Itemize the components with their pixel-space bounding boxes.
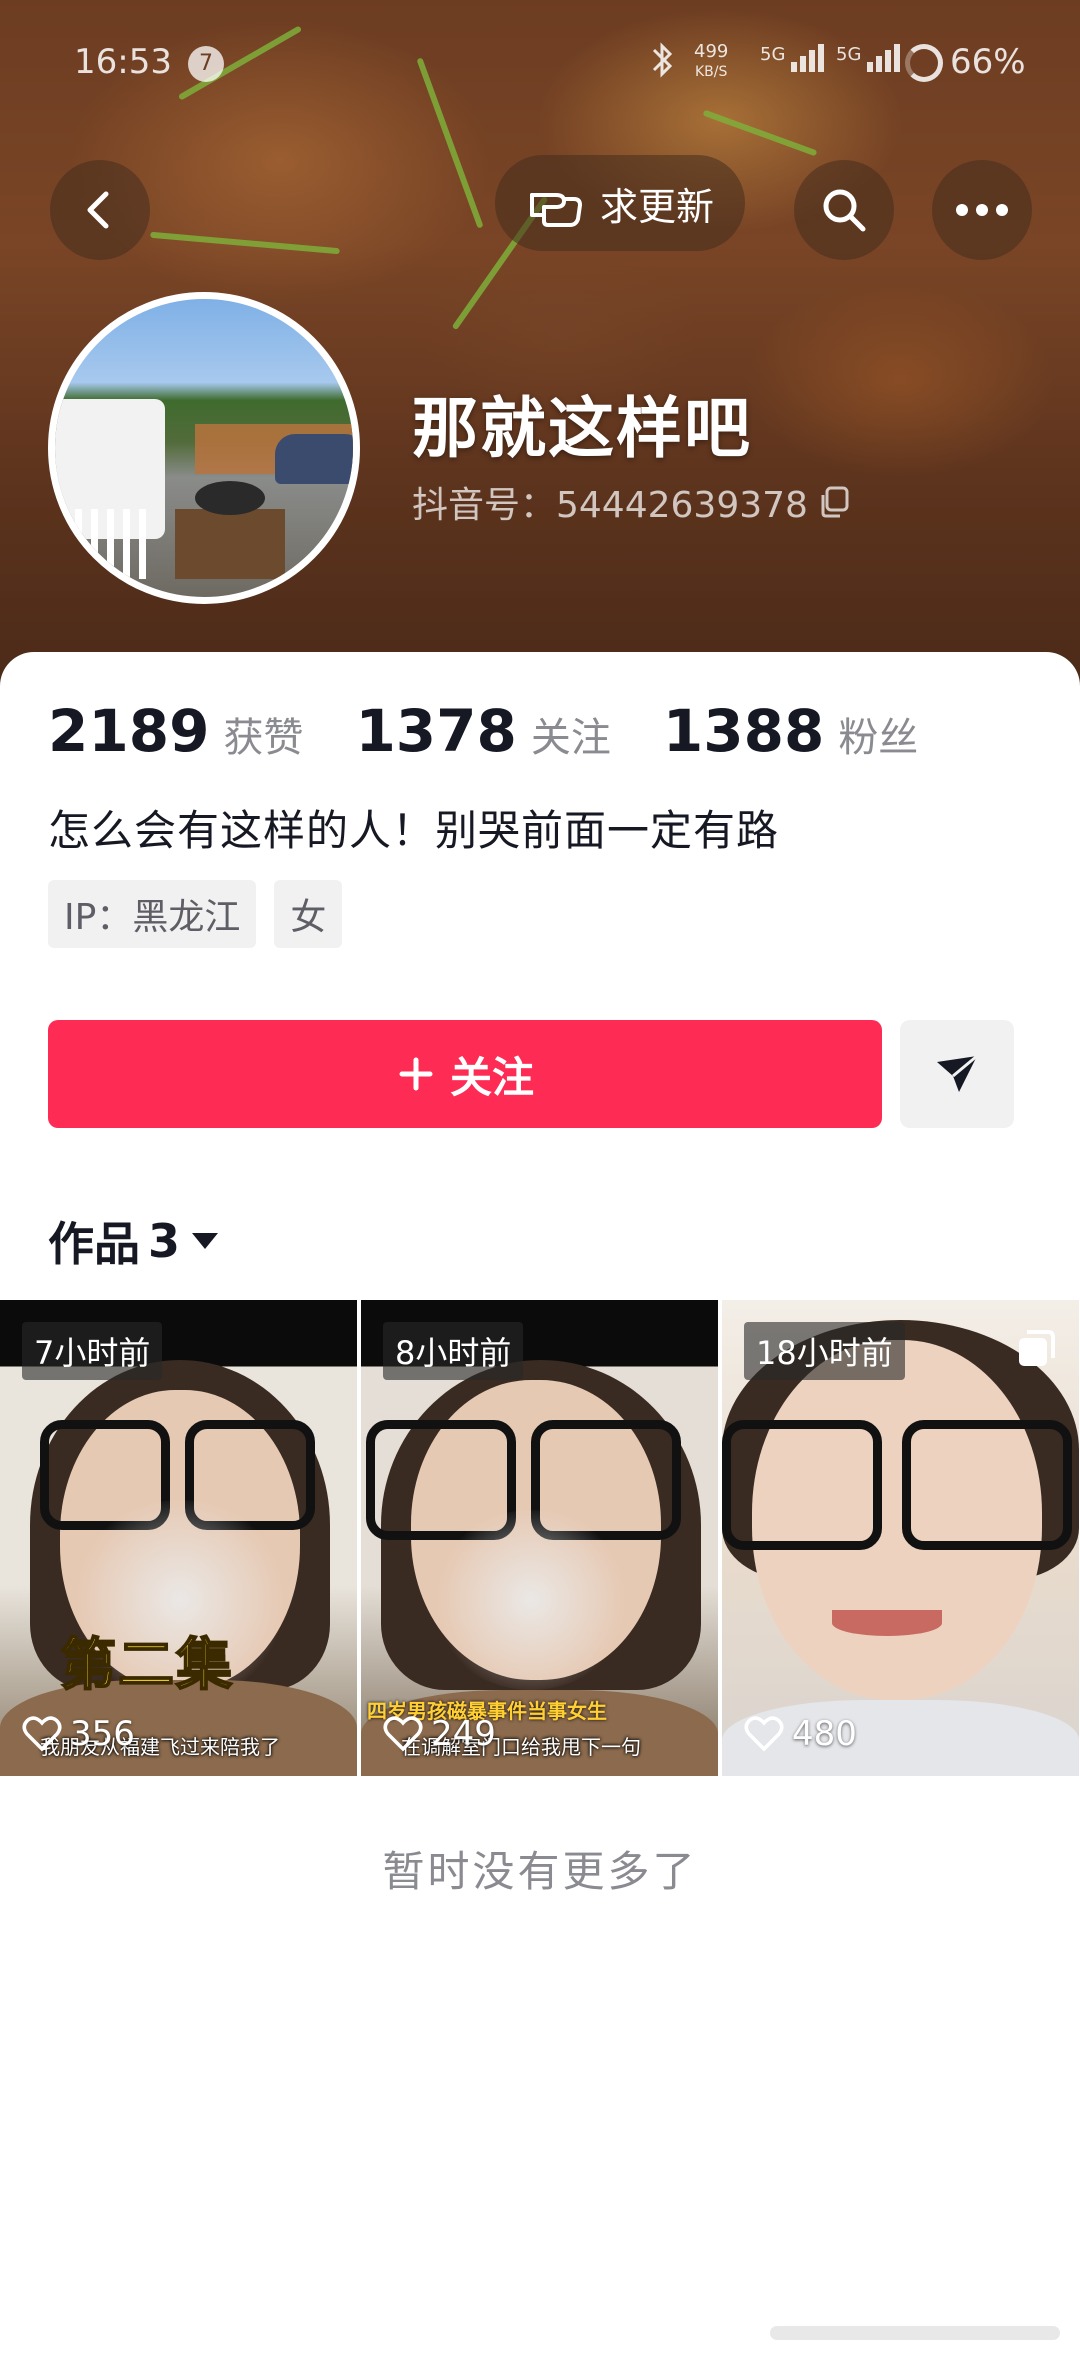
- net-speed-unit: KB/S: [694, 64, 728, 80]
- video-thumbnail[interactable]: 18小时前 480: [722, 1300, 1079, 1776]
- banner-decoration: [150, 231, 340, 255]
- send-icon: [937, 1054, 978, 1092]
- douyin-id-row: 抖音号：54442639378: [412, 476, 852, 528]
- douyin-id: 抖音号：54442639378: [412, 485, 808, 526]
- heart-icon: [744, 1716, 784, 1752]
- bluetooth-icon: [650, 40, 676, 89]
- video-likes: 249: [383, 1714, 496, 1754]
- caret-down-icon: [192, 1233, 219, 1249]
- likes-stat: 2189 获赞: [48, 697, 303, 765]
- heart-icon: [22, 1716, 62, 1752]
- net-speed-value: 499: [694, 41, 729, 62]
- status-time: 16:53: [74, 42, 172, 82]
- search-icon: [823, 189, 866, 232]
- thumbnail-image-part: [431, 1510, 631, 1690]
- video-time-badge: 7小时前: [22, 1322, 163, 1380]
- copy-icon[interactable]: [818, 485, 852, 519]
- ip-location-tag: IP：黑龙江: [48, 880, 257, 948]
- heart-icon: [383, 1716, 423, 1752]
- battery-level: 66%: [950, 42, 1026, 82]
- avatar-image-part: [175, 509, 285, 579]
- status-bar: 16:53 7 499 KB/S 5G 5G 66%: [0, 40, 1080, 90]
- following-stat[interactable]: 1378 关注: [355, 697, 610, 765]
- multi-image-icon: [1019, 1330, 1055, 1366]
- following-label: 关注: [530, 715, 611, 761]
- video-likes: 356: [22, 1714, 135, 1754]
- thumbnail-image-part: [722, 1420, 882, 1550]
- back-icon: [87, 191, 109, 229]
- video-thumbnail[interactable]: 7小时前 第二集 我朋友从福建飞过来陪我了 356: [0, 1300, 357, 1776]
- video-time-badge: 8小时前: [383, 1322, 524, 1380]
- avatar-image-part: [75, 509, 155, 579]
- profile-stats: 2189 获赞 1378 关注 1388 粉丝: [48, 697, 970, 765]
- avatar-image-part: [275, 434, 353, 484]
- signal-icon: 5G: [836, 44, 903, 72]
- back-button[interactable]: [50, 160, 150, 260]
- video-likes: 480: [744, 1714, 857, 1754]
- works-tab[interactable]: 作品 3: [48, 1208, 222, 1274]
- signal-label: 5G: [836, 44, 862, 65]
- hand-pointer-icon: [529, 193, 582, 227]
- message-button[interactable]: [900, 1020, 1014, 1128]
- net-speed: 499 KB/S: [694, 42, 728, 82]
- signal-label: 5G: [760, 44, 786, 65]
- likes-label: 获赞: [223, 715, 304, 761]
- video-likes-count: 356: [70, 1714, 135, 1754]
- video-likes-count: 249: [431, 1714, 496, 1754]
- thumbnail-image-part: [902, 1420, 1072, 1550]
- profile-tags: IP：黑龙江 女: [48, 880, 343, 948]
- profile-bio: 怎么会有这样的人！别哭前面一定有路: [48, 806, 780, 855]
- home-indicator[interactable]: [770, 2326, 1060, 2340]
- avatar[interactable]: [48, 292, 360, 604]
- followers-label: 粉丝: [838, 715, 919, 761]
- plus-icon: [399, 1057, 433, 1091]
- no-more-text: 暂时没有更多了: [382, 1847, 698, 1896]
- works-label: 作品: [48, 1217, 140, 1271]
- profile-card: 2189 获赞 1378 关注 1388 粉丝 怎么会有这样的人！别哭前面一定有…: [0, 652, 1080, 2376]
- likes-count: 2189: [48, 697, 210, 765]
- follow-button[interactable]: 关注: [48, 1020, 882, 1128]
- notification-badge: 7: [188, 46, 224, 82]
- gender-tag: 女: [274, 880, 343, 948]
- followers-count: 1388: [662, 697, 825, 765]
- follow-label: 关注: [449, 1052, 534, 1102]
- banner-decoration: [702, 109, 818, 157]
- video-grid: 7小时前 第二集 我朋友从福建飞过来陪我了 356 8小时前 四岁男孩磁暴事件当…: [0, 1300, 1080, 1776]
- more-icon: [956, 204, 1008, 216]
- search-button[interactable]: [794, 160, 894, 260]
- following-count: 1378: [355, 697, 517, 765]
- signal-icon: 5G: [760, 44, 827, 72]
- followers-stat[interactable]: 1388 粉丝: [663, 697, 918, 765]
- profile-nickname: 那就这样吧: [412, 390, 752, 467]
- video-overlay-title: 第二集: [59, 1632, 234, 1699]
- video-time-badge: 18小时前: [744, 1322, 905, 1380]
- battery-icon: [905, 44, 943, 82]
- video-thumbnail[interactable]: 8小时前 四岁男孩磁暴事件当事女生 在调解室门口给我甩下一句 249: [361, 1300, 718, 1776]
- more-button[interactable]: [932, 160, 1032, 260]
- video-likes-count: 480: [792, 1714, 857, 1754]
- thumbnail-image-part: [832, 1610, 942, 1636]
- avatar-image-part: [195, 481, 265, 515]
- works-count: 3: [148, 1214, 181, 1268]
- request-update-label: 求更新: [599, 184, 714, 229]
- request-update-button[interactable]: 求更新: [495, 155, 745, 251]
